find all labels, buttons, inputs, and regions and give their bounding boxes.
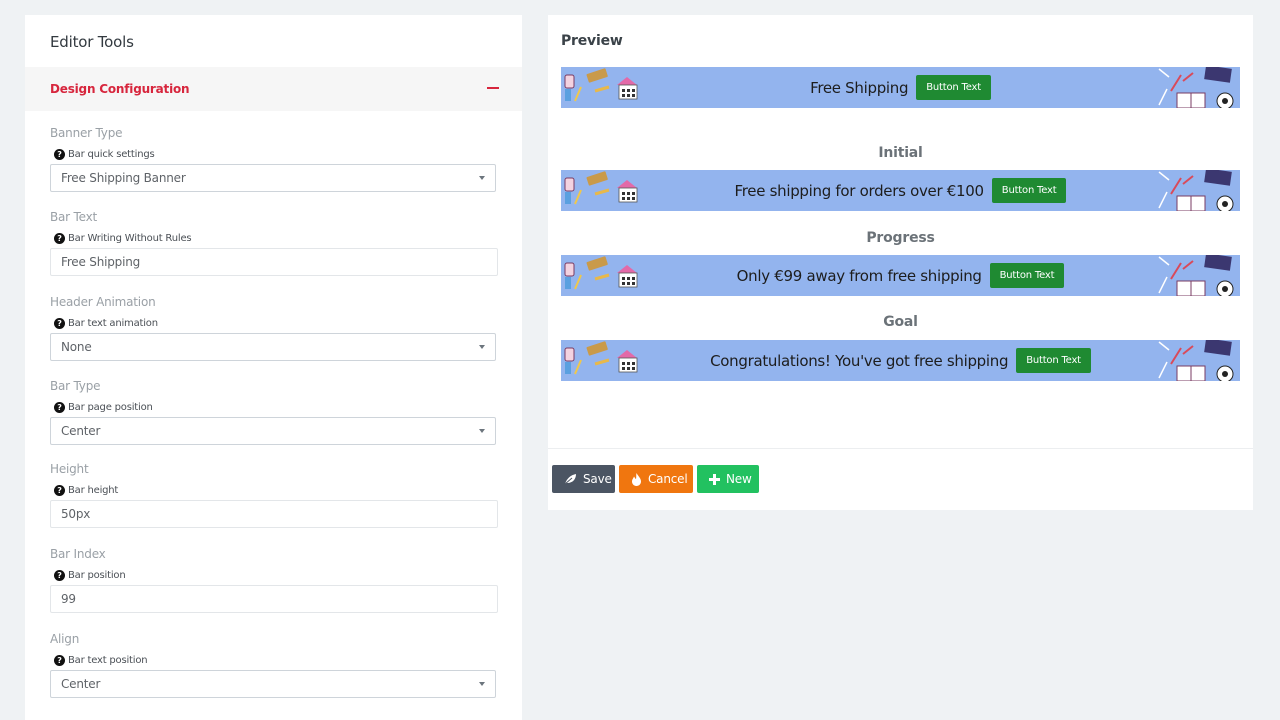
banner-text: Congratulations! You've got free shippin… xyxy=(710,351,1009,370)
new-label: New xyxy=(726,472,752,486)
field-label: Height xyxy=(50,462,89,476)
banner-button[interactable]: Button Text xyxy=(991,178,1067,203)
question-icon: ? xyxy=(54,401,65,413)
input-value: Free Shipping xyxy=(61,255,141,269)
save-button[interactable]: Save xyxy=(552,465,615,493)
field-label: Bar Index xyxy=(50,547,106,561)
banner-preview-initial: Free shipping for orders over €100 Butto… xyxy=(561,170,1240,211)
field-hint-text: Bar height xyxy=(68,484,119,496)
bar-text-field: Bar Text ? Bar Writing Without Rules Free… xyxy=(50,210,498,276)
caret-down-icon xyxy=(479,429,485,433)
design-configuration-title: Design Configuration xyxy=(50,82,190,96)
preview-panel: Preview Free Shipping Button Text Initia… xyxy=(548,15,1253,510)
banner-type-field: Banner Type ? Bar quick settings Free Shi… xyxy=(50,126,498,192)
question-icon: ? xyxy=(54,654,65,666)
banner-button[interactable]: Button Text xyxy=(916,75,991,100)
question-icon: ? xyxy=(54,484,65,496)
banner-content: Free Shipping Button Text xyxy=(561,67,1240,108)
banner-content: Congratulations! You've got free shippin… xyxy=(561,340,1240,381)
align-select[interactable]: Center xyxy=(50,670,496,698)
bar-type-field: Bar Type ? Bar page position Center xyxy=(50,379,498,445)
field-hint-text: Bar position xyxy=(68,569,126,581)
align-field: Align ? Bar text position Center xyxy=(50,632,498,698)
select-value: None xyxy=(61,340,92,354)
banner-preview-goal: Congratulations! You've got free shippin… xyxy=(561,340,1240,381)
school-supplies-right-image xyxy=(1158,170,1234,211)
bar-text-input[interactable]: Free Shipping xyxy=(50,248,498,276)
caret-down-icon xyxy=(479,345,485,349)
bar-index-field: Bar Index ? Bar position 99 xyxy=(50,547,498,613)
input-value: 99 xyxy=(61,592,76,606)
field-label: Header Animation xyxy=(50,295,156,309)
school-supplies-right-image xyxy=(1158,255,1234,296)
select-value: Center xyxy=(61,677,101,691)
field-hint-text: Bar text animation xyxy=(68,317,158,329)
field-hint: ? Bar position xyxy=(54,569,498,581)
select-value: Free Shipping Banner xyxy=(61,171,186,185)
field-label: Bar Text xyxy=(50,210,98,224)
editor-tools-panel: Editor Tools Design Configuration Banner… xyxy=(25,15,522,720)
new-button[interactable]: New xyxy=(697,465,759,493)
bar-type-select[interactable]: Center xyxy=(50,417,496,445)
editor-tools-title: Editor Tools xyxy=(50,33,134,51)
caret-down-icon xyxy=(479,682,485,686)
plus-icon xyxy=(709,473,720,485)
height-input[interactable]: 50px xyxy=(50,500,498,528)
initial-state-label: Initial xyxy=(878,145,923,161)
field-hint-text: Bar Writing Without Rules xyxy=(68,232,192,244)
question-icon: ? xyxy=(54,317,65,329)
caret-down-icon xyxy=(479,176,485,180)
cancel-label: Cancel xyxy=(648,472,688,486)
goal-state-label: Goal xyxy=(883,314,918,330)
field-hint: ? Bar text position xyxy=(54,654,498,666)
banner-content: Free shipping for orders over €100 Butto… xyxy=(561,170,1240,211)
bar-index-input[interactable]: 99 xyxy=(50,585,498,613)
header-animation-select[interactable]: None xyxy=(50,333,496,361)
field-hint: ? Bar Writing Without Rules xyxy=(54,232,498,244)
question-icon: ? xyxy=(54,148,65,160)
field-hint: ? Bar text animation xyxy=(54,317,498,329)
banner-text: Free shipping for orders over €100 xyxy=(734,181,985,200)
cancel-button[interactable]: Cancel xyxy=(619,465,693,493)
banner-text: Only €99 away from free shipping xyxy=(736,266,982,285)
height-field: Height ? Bar height 50px xyxy=(50,462,498,528)
divider xyxy=(548,448,1253,449)
field-label: Bar Type xyxy=(50,379,101,393)
school-supplies-right-image xyxy=(1158,340,1234,381)
field-hint-text: Bar page position xyxy=(68,401,153,413)
design-configuration-header[interactable]: Design Configuration xyxy=(25,67,522,111)
progress-state-label: Progress xyxy=(866,230,935,246)
field-hint: ? Bar quick settings xyxy=(54,148,498,160)
banner-preview-progress: Only €99 away from free shipping Button … xyxy=(561,255,1240,296)
banner-text: Free Shipping xyxy=(810,78,909,97)
collapse-icon[interactable] xyxy=(487,87,499,89)
select-value: Center xyxy=(61,424,101,438)
header-animation-field: Header Animation ? Bar text animation Non… xyxy=(50,295,498,361)
fire-icon xyxy=(631,472,642,486)
preview-title: Preview xyxy=(561,33,623,49)
save-label: Save xyxy=(583,472,612,486)
banner-preview: Free Shipping Button Text xyxy=(561,67,1240,108)
field-hint: ? Bar page position xyxy=(54,401,498,413)
leaf-icon xyxy=(564,473,577,485)
banner-button[interactable]: Button Text xyxy=(989,263,1065,288)
field-label: Align xyxy=(50,632,80,646)
question-icon: ? xyxy=(54,569,65,581)
banner-type-select[interactable]: Free Shipping Banner xyxy=(50,164,496,192)
action-bar: Save Cancel New xyxy=(552,465,759,493)
field-hint-text: Bar text position xyxy=(68,654,148,666)
banner-content: Only €99 away from free shipping Button … xyxy=(561,255,1240,296)
input-value: 50px xyxy=(61,507,91,521)
field-hint-text: Bar quick settings xyxy=(68,148,155,160)
field-hint: ? Bar height xyxy=(54,484,498,496)
school-supplies-right-image xyxy=(1158,67,1234,108)
banner-button[interactable]: Button Text xyxy=(1016,348,1091,373)
field-label: Banner Type xyxy=(50,126,123,140)
question-icon: ? xyxy=(54,232,65,244)
